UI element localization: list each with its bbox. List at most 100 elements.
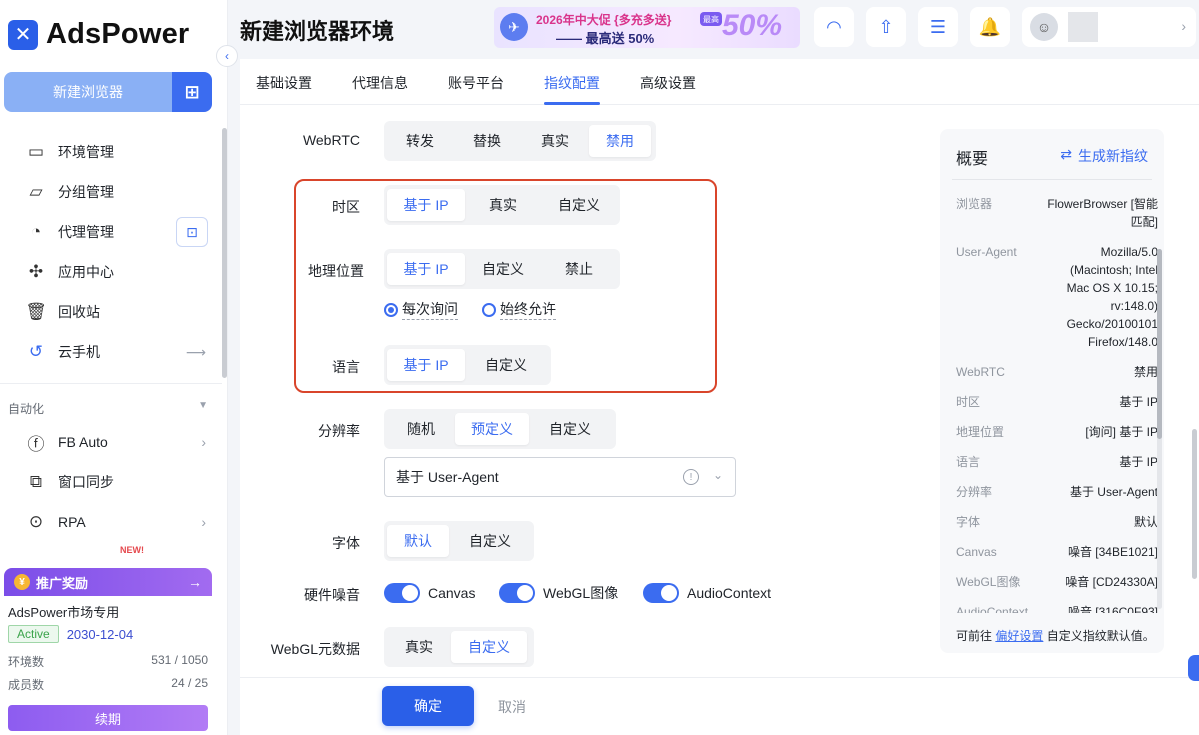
upload-icon[interactable]: ⇧ — [866, 7, 906, 47]
webrtc-option-disabled[interactable]: 禁用 — [589, 125, 651, 157]
sidebar-item-fb-auto[interactable]: ⓕ FB Auto › — [0, 422, 222, 462]
timezone-option-real[interactable]: 真实 — [465, 189, 541, 221]
tab-account[interactable]: 账号平台 — [448, 73, 504, 93]
summary-row: 时区 基于 IP — [956, 387, 1158, 417]
tab-bar: 基础设置 代理信息 账号平台 指纹配置 高级设置 — [240, 59, 1199, 105]
sidebar-item-window-sync[interactable]: ⧉ 窗口同步 — [0, 462, 222, 502]
geolocation-option-ip[interactable]: 基于 IP — [387, 253, 465, 285]
new-browser-button[interactable]: 新建浏览器 — [4, 72, 172, 112]
info-icon[interactable]: ! — [683, 469, 699, 485]
banner-line1: 2026年中大促 {多充多送} — [536, 13, 672, 27]
sidebar-item-trash[interactable]: 🗑 回收站 — [0, 292, 222, 332]
generate-fingerprint-button[interactable]: ⇄ 生成新指纹 — [1060, 146, 1148, 166]
fonts-option-custom[interactable]: 自定义 — [449, 525, 531, 557]
webrtc-option-real[interactable]: 真实 — [521, 125, 589, 157]
resolution-option-predefined[interactable]: 预定义 — [455, 413, 529, 445]
collapse-sidebar-button[interactable]: ‹ — [216, 45, 238, 67]
floating-help-tab[interactable] — [1188, 655, 1199, 681]
confirm-button[interactable]: 确定 — [382, 686, 474, 726]
sidebar-item-env[interactable]: ▭ 环境管理 — [0, 132, 222, 172]
audiocontext-toggle[interactable] — [643, 583, 679, 603]
radio-label: 始终允许 — [500, 299, 556, 320]
canvas-toggle[interactable] — [384, 583, 420, 603]
resolution-option-random[interactable]: 随机 — [387, 413, 455, 445]
preferences-link[interactable]: 偏好设置 — [995, 629, 1043, 643]
wifi-icon[interactable]: ◠ — [814, 7, 854, 47]
fonts-option-default[interactable]: 默认 — [387, 525, 449, 557]
sidebar-item-rpa[interactable]: ⊙ RPA › — [0, 502, 222, 542]
language-option-ip[interactable]: 基于 IP — [387, 349, 465, 381]
puzzle-icon: ✣ — [28, 262, 44, 281]
sidebar-item-cloud-phone[interactable]: ↺ 云手机 ⟶ — [0, 332, 222, 372]
add-icon[interactable]: ⊞ — [172, 72, 212, 112]
proxy-icon: ◔ — [30, 222, 42, 241]
summary-row: 地理位置 [询问] 基于 IP — [956, 417, 1158, 447]
resolution-select[interactable]: 基于 User-Agent ! ⌄ — [384, 457, 736, 497]
chevron-down-icon: ▼ — [198, 400, 208, 411]
geolocation-segmented: 基于 IP 自定义 禁止 — [384, 249, 620, 289]
summary-scrollbar[interactable] — [1157, 249, 1162, 609]
toggle-label: AudioContext — [687, 585, 772, 601]
summary-footer-suffix: 自定义指纹默认值。 — [1046, 629, 1155, 643]
avatar: ☺ — [1030, 13, 1058, 41]
resolution-option-custom[interactable]: 自定义 — [529, 413, 611, 445]
sidebar-item-apps[interactable]: ✣ 应用中心 — [0, 252, 222, 292]
summary-value: 噪音 [316C0F93] — [1067, 605, 1158, 613]
sidebar-item-proxy[interactable]: ◔ 代理管理 ⊡ — [0, 212, 222, 252]
resolution-label: 分辨率 — [318, 423, 360, 439]
bell-icon[interactable]: 🔔 — [970, 7, 1010, 47]
divider — [0, 383, 222, 384]
tab-fingerprint[interactable]: 指纹配置 — [544, 73, 600, 93]
sidebar-scrollbar[interactable] — [222, 128, 227, 378]
fonts-label: 字体 — [332, 535, 360, 551]
promo-banner[interactable]: ✈ 2026年中大促 {多充多送} —— 最高送 50% 最高 50% — [494, 7, 800, 48]
webrtc-option-replace[interactable]: 替换 — [453, 125, 521, 157]
webrtc-segmented: 转发 替换 真实 禁用 — [384, 121, 656, 161]
env-count-value: 531 / 1050 — [151, 653, 208, 667]
logo-text: AdsPower — [46, 18, 190, 50]
generate-label: 生成新指纹 — [1078, 148, 1148, 164]
language-option-custom[interactable]: 自定义 — [465, 349, 547, 381]
shop-bag-icon[interactable]: ⊡ — [176, 217, 208, 247]
user-name-redacted — [1068, 12, 1098, 42]
summary-key: WebGL图像 — [956, 575, 1021, 589]
summary-key: Canvas — [956, 545, 997, 559]
geolocation-radio-ask[interactable]: 每次询问 — [384, 299, 458, 320]
webgl-meta-option-real[interactable]: 真实 — [387, 631, 451, 663]
geolocation-option-custom[interactable]: 自定义 — [465, 253, 541, 285]
tab-advanced[interactable]: 高级设置 — [640, 73, 696, 93]
webrtc-option-forward[interactable]: 转发 — [387, 125, 453, 157]
webgl-image-toggle[interactable] — [499, 583, 535, 603]
list-icon[interactable]: ☰ — [918, 7, 958, 47]
main-scrollbar[interactable] — [1192, 429, 1197, 579]
sidebar-item-group[interactable]: ▱ 分组管理 — [0, 172, 222, 212]
summary-value: 禁用 — [1133, 365, 1158, 379]
member-count-label: 成员数 — [8, 678, 45, 692]
timezone-option-custom[interactable]: 自定义 — [541, 189, 617, 221]
tab-proxy[interactable]: 代理信息 — [352, 73, 408, 93]
webgl-meta-option-custom[interactable]: 自定义 — [451, 631, 527, 663]
banner-percent: 50% — [722, 9, 783, 42]
timezone-option-ip[interactable]: 基于 IP — [387, 189, 465, 221]
env-count-label: 环境数 — [8, 655, 45, 669]
user-profile[interactable]: ☺ › — [1022, 7, 1196, 47]
plan-name: AdsPower市场专用 — [8, 605, 120, 620]
renew-button[interactable]: 续期 — [8, 705, 208, 731]
language-label: 语言 — [332, 359, 360, 375]
divider — [952, 179, 1152, 180]
sidebar-menu: ▭ 环境管理 ▱ 分组管理 ◔ 代理管理 ⊡ ✣ 应用中心 🗑 回收站 ↺ 云手… — [0, 132, 222, 372]
automation-header[interactable]: 自动化 ▼ — [8, 400, 208, 417]
promo-header[interactable]: ¥ 推广奖励 → — [4, 568, 212, 596]
sidebar: ✕ AdsPower 新建浏览器 ⊞ ▭ 环境管理 ▱ 分组管理 ◔ 代理管理 … — [0, 0, 228, 735]
banner-line2: —— 最高送 50% — [556, 31, 655, 46]
geolocation-option-block[interactable]: 禁止 — [541, 253, 617, 285]
geolocation-radio-allow[interactable]: 始终允许 — [482, 299, 556, 320]
tab-basic[interactable]: 基础设置 — [256, 73, 312, 93]
logo[interactable]: ✕ AdsPower — [8, 18, 189, 51]
language-segmented: 基于 IP 自定义 — [384, 345, 551, 385]
summary-panel: 概要 ⇄ 生成新指纹 浏览器 FlowerBrowser [智能匹配] User-… — [940, 129, 1164, 653]
cancel-button[interactable]: 取消 — [498, 697, 526, 717]
form-footer: 确定 取消 — [240, 677, 1199, 735]
summary-row: AudioContext 噪音 [316C0F93] — [956, 597, 1158, 613]
webgl-meta-segmented: 真实 自定义 — [384, 627, 534, 667]
